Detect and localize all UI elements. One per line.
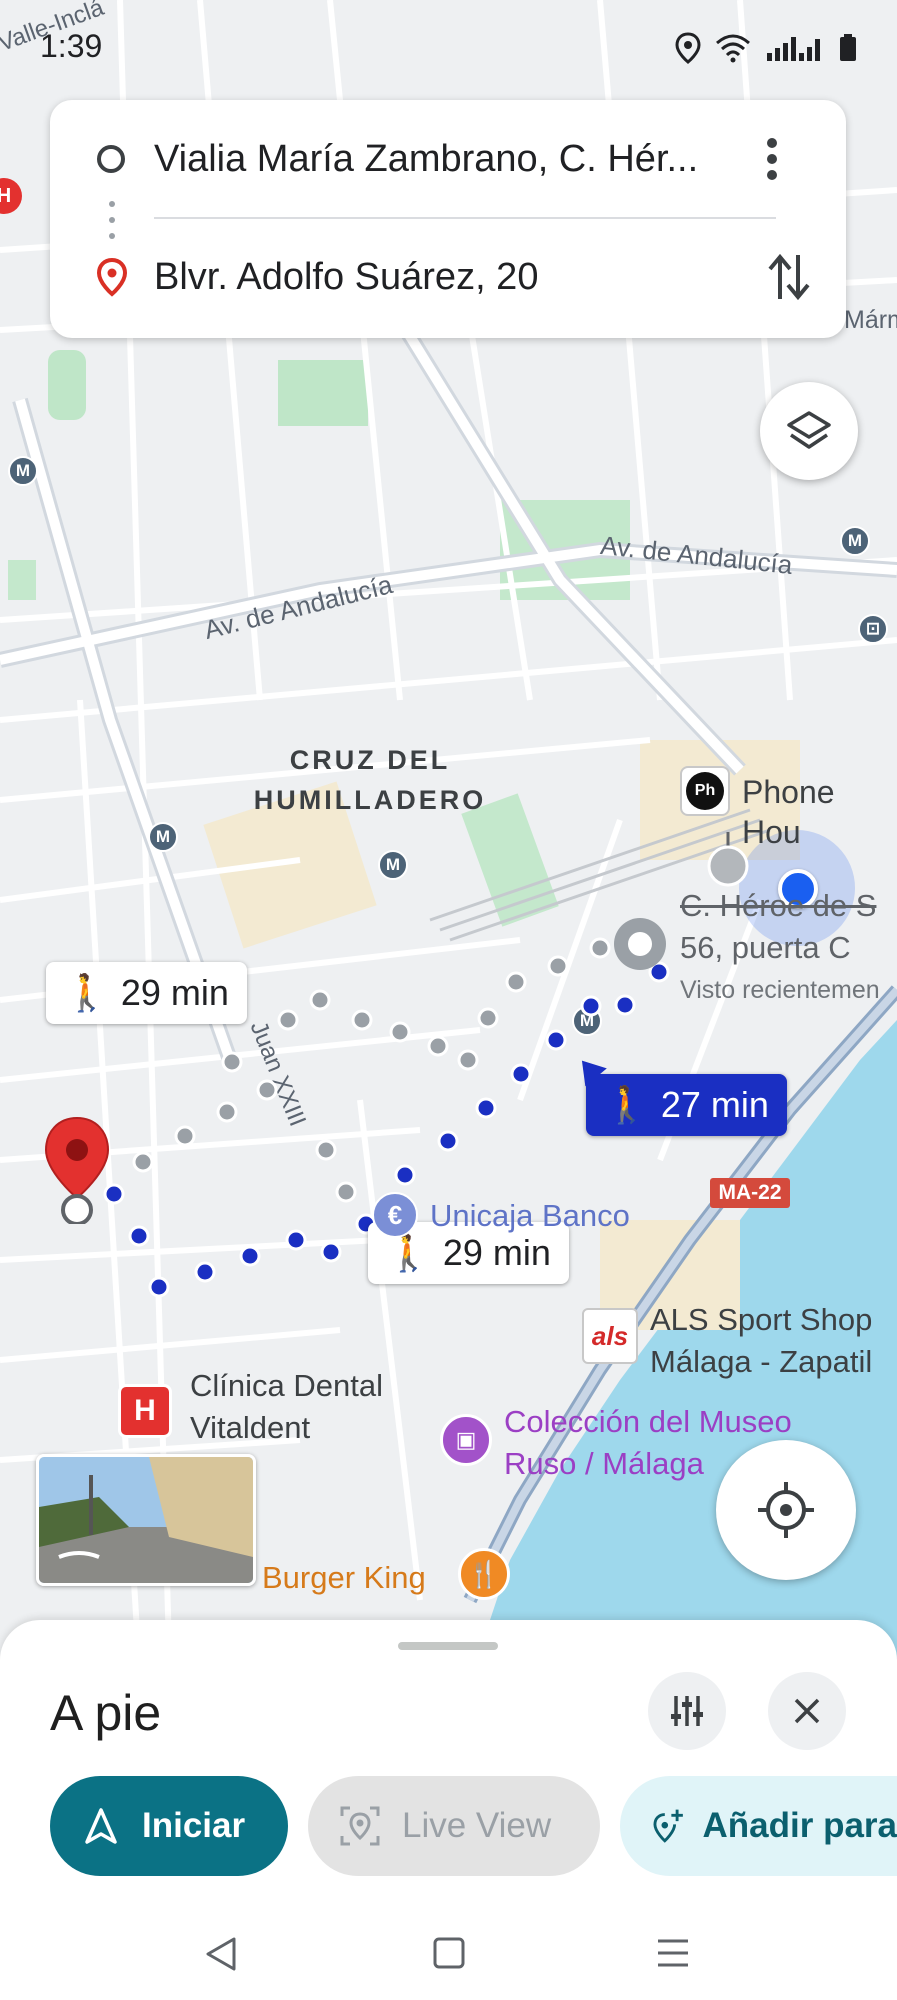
poi-als-line2[interactable]: Málaga - Zapatil xyxy=(650,1342,872,1382)
poi-dental-line1[interactable]: Clínica Dental xyxy=(190,1366,383,1406)
poi-heroes-subtitle: Visto recientemen xyxy=(680,976,880,1004)
layers-button[interactable] xyxy=(760,382,858,480)
street-view-image xyxy=(39,1457,253,1583)
my-location-button[interactable] xyxy=(716,1440,856,1580)
layers-icon xyxy=(787,411,831,449)
poi-burger-king[interactable]: Burger King xyxy=(262,1558,426,1598)
swap-icon[interactable] xyxy=(766,251,812,303)
status-time: 1:39 xyxy=(40,28,103,64)
phone-house-logo-text: Ph xyxy=(686,772,724,810)
signal-icon xyxy=(767,37,820,61)
poi-dental-line2[interactable]: Vitaldent xyxy=(190,1408,310,1448)
route-options-button[interactable] xyxy=(648,1672,726,1750)
poi-unicaja[interactable]: Unicaja Banco xyxy=(430,1196,630,1236)
battery-icon xyxy=(840,34,856,61)
close-button[interactable] xyxy=(768,1672,846,1750)
crosshair-icon xyxy=(758,1482,814,1538)
poi-als-line1[interactable]: ALS Sport Shop xyxy=(650,1300,872,1340)
poi-museo-line2[interactable]: Ruso / Málaga xyxy=(504,1444,704,1484)
walk-icon: 🚶 xyxy=(386,1232,431,1273)
add-stop-button[interactable]: Añadir para xyxy=(620,1776,897,1876)
walk-icon: 🚶 xyxy=(64,972,109,1013)
route-chip-alt-1[interactable]: 🚶 29 min xyxy=(46,962,247,1024)
highway-shield: MA-22 xyxy=(710,1178,790,1208)
poi-phone-house[interactable]: Phone Hou xyxy=(742,772,897,852)
origin-row[interactable]: Vialia María Zambrano, C. Hér... xyxy=(50,114,846,204)
home-icon[interactable] xyxy=(432,1936,466,1970)
poi-heroes-line1[interactable]: C. Héroe de S xyxy=(680,886,876,926)
phone-house-logo-icon[interactable]: Ph xyxy=(680,766,730,816)
more-vert-icon[interactable] xyxy=(764,137,780,181)
origin-input[interactable]: Vialia María Zambrano, C. Hér... xyxy=(154,138,698,181)
restaurant-icon[interactable]: 🍴 xyxy=(458,1548,510,1600)
sheet-drag-handle[interactable] xyxy=(398,1642,498,1650)
live-view-icon xyxy=(340,1806,380,1846)
status-icons xyxy=(675,32,857,64)
destination-row[interactable]: Blvr. Adolfo Suárez, 20 xyxy=(50,232,846,322)
destination-pin-small-icon xyxy=(96,257,128,297)
als-logo-text: als xyxy=(591,1320,629,1351)
add-location-icon xyxy=(653,1809,683,1843)
back-icon[interactable] xyxy=(204,1936,238,1972)
live-view-label: Live View xyxy=(402,1806,552,1845)
als-logo-icon[interactable]: als xyxy=(582,1308,638,1364)
museum-icon[interactable]: ▣ xyxy=(440,1414,492,1466)
street-view-thumbnail[interactable] xyxy=(36,1454,256,1586)
close-icon xyxy=(794,1698,820,1724)
add-stop-label: Añadir para xyxy=(702,1806,897,1845)
system-nav-bar xyxy=(0,1900,897,2000)
origin-marker-icon[interactable] xyxy=(610,914,670,974)
destination-input[interactable]: Blvr. Adolfo Suárez, 20 xyxy=(154,256,538,299)
live-view-button[interactable]: Live View xyxy=(308,1776,600,1876)
clinic-icon[interactable]: H xyxy=(118,1384,172,1438)
divider xyxy=(154,217,776,219)
destination-pin-icon[interactable] xyxy=(42,1114,112,1224)
route-time: 29 min xyxy=(120,972,229,1013)
travel-mode-title: A pie xyxy=(50,1685,162,1741)
walk-icon: 🚶 xyxy=(604,1084,649,1125)
recents-icon[interactable] xyxy=(656,1938,690,1968)
route-chip-selected[interactable]: 🚶 27 min xyxy=(586,1074,787,1136)
tune-icon xyxy=(671,1696,703,1726)
poi-heroes-line2[interactable]: 56, puerta C xyxy=(680,928,851,968)
poi-museo-line1[interactable]: Colección del Museo xyxy=(504,1402,792,1442)
origin-circle-icon xyxy=(97,145,125,173)
status-bar: 1:39 xyxy=(0,22,897,72)
bank-icon[interactable]: € xyxy=(372,1192,418,1238)
route-time: 27 min xyxy=(660,1084,769,1125)
wifi-icon xyxy=(716,34,750,63)
start-button[interactable]: Iniciar xyxy=(50,1776,288,1876)
route-time: 29 min xyxy=(442,1232,551,1273)
start-button-label: Iniciar xyxy=(142,1806,246,1845)
directions-card: Vialia María Zambrano, C. Hér... Blvr. A… xyxy=(50,100,846,338)
navigation-arrow-icon xyxy=(85,1808,117,1844)
location-status-icon xyxy=(675,32,701,64)
